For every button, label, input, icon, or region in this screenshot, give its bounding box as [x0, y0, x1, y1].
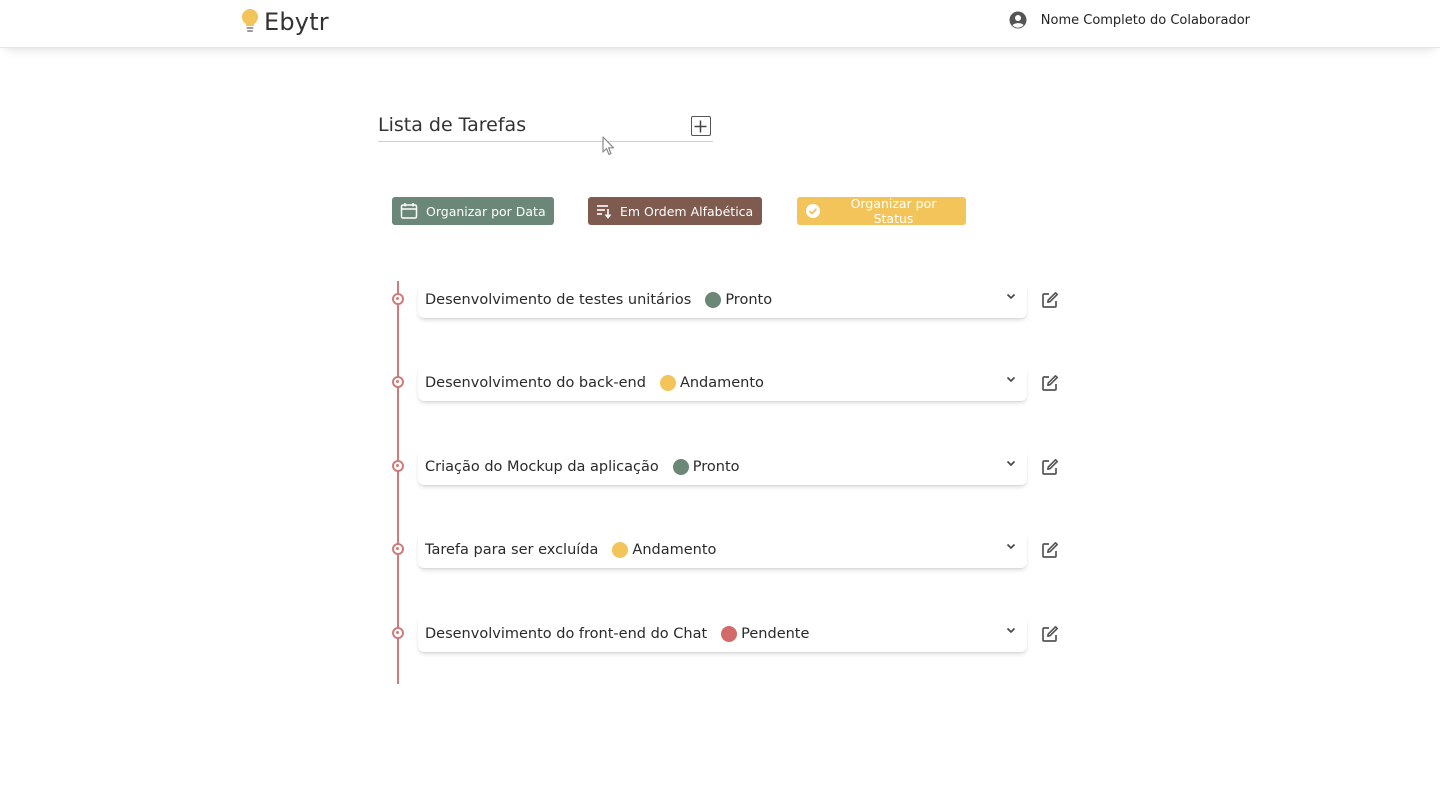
sort-by-status-button[interactable]: Organizar por Status: [797, 196, 966, 226]
task-item: Tarefa para ser excluída Andamento: [391, 532, 1071, 572]
status-indicator: [721, 626, 738, 642]
task-item: Desenvolvimento do front-end do Chat Pen…: [391, 616, 1071, 656]
edit-icon[interactable]: [1041, 625, 1059, 643]
task-status: Andamento: [632, 542, 717, 558]
mouse-cursor-icon: [602, 136, 615, 156]
task-status: Andamento: [679, 375, 764, 391]
task-item: Desenvolvimento do back-end Andamento: [391, 365, 1071, 405]
task-item: Criação do Mockup da aplicação Pronto: [391, 449, 1071, 489]
task-status: Pronto: [692, 459, 740, 475]
status-indicator: [612, 542, 629, 558]
task-name: Criação do Mockup da aplicação: [425, 459, 659, 475]
calendar-icon: [400, 203, 418, 219]
top-header: Ebytr Nome Completo do Colaborador: [0, 0, 1440, 48]
task-name: Tarefa para ser excluída: [425, 542, 599, 558]
edit-icon[interactable]: [1041, 458, 1059, 476]
task-card[interactable]: Desenvolvimento de testes unitários Pron…: [418, 282, 1027, 318]
timeline-dot: [392, 376, 404, 388]
status-indicator: [705, 292, 722, 308]
task-list-header: Lista de Tarefas: [378, 112, 713, 142]
sort-by-date-label: Organizar por Data: [426, 203, 546, 219]
edit-icon[interactable]: [1041, 541, 1059, 559]
chevron-down-icon[interactable]: [1005, 373, 1017, 385]
task-card[interactable]: Desenvolvimento do front-end do Chat Pen…: [418, 616, 1027, 652]
task-name: Desenvolvimento do back-end: [425, 375, 646, 391]
brand-name: Ebytr: [264, 8, 329, 36]
task-card[interactable]: Tarefa para ser excluída Andamento: [418, 532, 1027, 568]
lightbulb-icon: [242, 9, 258, 32]
timeline-dot: [392, 293, 404, 305]
user-menu[interactable]: Nome Completo do Colaborador: [1009, 10, 1250, 30]
status-indicator: [672, 459, 689, 475]
edit-icon[interactable]: [1041, 374, 1059, 392]
task-status: Pronto: [725, 292, 773, 308]
chevron-down-icon[interactable]: [1005, 624, 1017, 636]
page-title: Lista de Tarefas: [378, 114, 527, 136]
task-name: Desenvolvimento de testes unitários: [425, 292, 692, 308]
task-card[interactable]: Desenvolvimento do back-end Andamento: [418, 365, 1027, 401]
status-indicator: [659, 375, 676, 391]
sort-alphabetical-button[interactable]: Em Ordem Alfabética: [588, 197, 762, 225]
task-item: Desenvolvimento de testes unitários Pron…: [391, 282, 1071, 322]
sort-by-status-label: Organizar por Status: [850, 196, 937, 226]
chevron-down-icon[interactable]: [1005, 540, 1017, 552]
plus-icon: [694, 120, 707, 132]
user-name: Nome Completo do Colaborador: [1040, 12, 1250, 28]
task-name: Desenvolvimento do front-end do Chat: [425, 626, 708, 642]
chevron-down-icon[interactable]: [1005, 290, 1017, 302]
user-avatar-icon: [1009, 11, 1027, 29]
edit-icon[interactable]: [1041, 291, 1059, 309]
task-card[interactable]: Criação do Mockup da aplicação Pronto: [418, 449, 1027, 485]
check-circle-icon: [806, 204, 820, 218]
chevron-down-icon[interactable]: [1005, 457, 1017, 469]
sort-alpha-icon: [597, 205, 612, 219]
timeline-dot: [392, 627, 404, 639]
add-task-button[interactable]: [691, 116, 711, 136]
task-status: Pendente: [741, 626, 810, 642]
sort-by-date-button[interactable]: Organizar por Data: [392, 197, 554, 225]
timeline-dot: [392, 543, 404, 555]
brand-logo[interactable]: Ebytr: [240, 6, 329, 38]
timeline-dot: [392, 460, 404, 472]
sort-alphabetical-label: Em Ordem Alfabética: [620, 203, 754, 219]
